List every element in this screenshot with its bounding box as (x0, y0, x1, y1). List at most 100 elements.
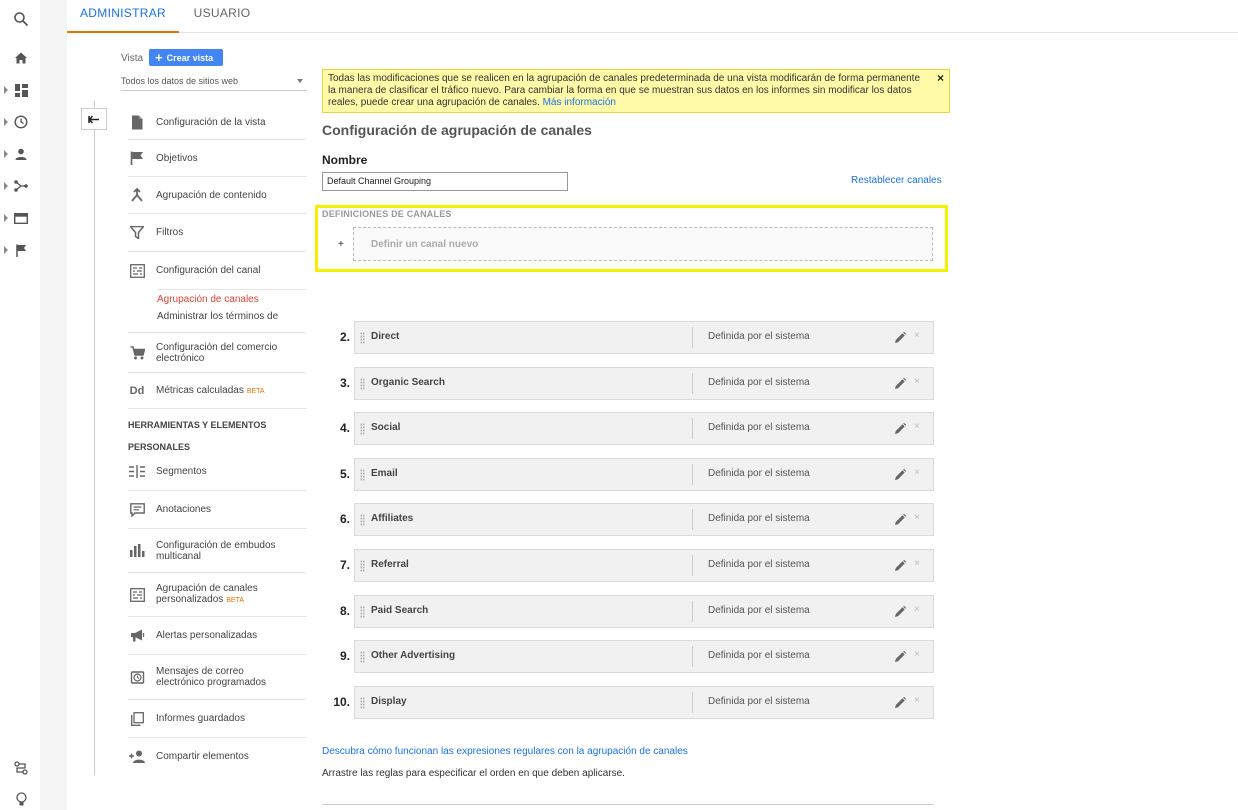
segments-icon (128, 463, 146, 481)
column-separator (692, 327, 693, 348)
drag-handle-icon[interactable] (360, 332, 365, 344)
home-icon[interactable] (10, 47, 32, 69)
define-new-channel-button[interactable]: Definir un canal nuevo (353, 227, 933, 261)
delete-icon[interactable]: × (914, 467, 920, 478)
channel-row[interactable]: Other Advertising Definida por el sistema… (354, 640, 934, 673)
delete-icon[interactable]: × (914, 604, 920, 615)
megaphone-icon (128, 627, 146, 645)
search-icon[interactable] (10, 8, 32, 30)
clock-icon[interactable] (10, 111, 32, 133)
channel-row[interactable]: Affiliates Definida por el sistema × (354, 503, 934, 536)
pencil-icon[interactable] (893, 422, 907, 436)
create-view-label: Crear vista (166, 52, 214, 63)
channel-number: 6. (339, 512, 350, 526)
nav-ecommerce-settings[interactable]: Configuración del comercio electrónico (128, 332, 307, 373)
sub-channel-grouping[interactable]: Agrupación de canales (157, 294, 259, 305)
delete-icon[interactable]: × (914, 558, 920, 569)
dashboard-icon[interactable] (10, 79, 32, 101)
learn-more-link[interactable]: Más información (543, 97, 616, 108)
channel-row[interactable]: Paid Search Definida por el sistema × (354, 595, 934, 628)
nav-multichannel-funnels[interactable]: Configuración de embudos multicanal (128, 529, 307, 573)
drag-handle-icon[interactable] (360, 378, 365, 390)
expand-arrow-icon[interactable] (3, 214, 9, 222)
channel-type: Definida por el sistema (708, 559, 810, 570)
channel-definitions-title: DEFINICIONES DE CANALES (322, 209, 452, 219)
expand-arrow-icon[interactable] (3, 150, 9, 158)
drag-handle-icon[interactable] (360, 423, 365, 435)
nav-goals[interactable]: Objetivos (128, 140, 307, 177)
person-icon[interactable] (10, 143, 32, 165)
sub-divider (157, 289, 307, 290)
nav-annotations[interactable]: Anotaciones (128, 491, 307, 529)
channel-number: 3. (339, 376, 350, 390)
acquisition-icon[interactable] (10, 175, 32, 197)
delete-icon[interactable]: × (914, 421, 920, 432)
pencil-icon[interactable] (893, 377, 907, 391)
back-button[interactable] (81, 108, 107, 130)
channel-row[interactable]: Organic Search Definida por el sistema × (354, 367, 934, 400)
pencil-icon[interactable] (893, 650, 907, 664)
pencil-icon[interactable] (893, 605, 907, 619)
sub-manage-terms[interactable]: Administrar los términos de (157, 311, 278, 322)
drag-handle-icon[interactable] (360, 560, 365, 572)
nav-filters[interactable]: Filtros (128, 214, 307, 252)
pencil-icon[interactable] (893, 331, 907, 345)
close-icon[interactable]: × (937, 72, 944, 84)
delete-icon[interactable]: × (914, 649, 920, 660)
add-icon[interactable]: + (338, 239, 344, 250)
channel-row[interactable]: Social Definida por el sistema × (354, 412, 934, 445)
channel-settings-icon (128, 262, 146, 280)
channel-row[interactable]: Email Definida por el sistema × (354, 458, 934, 491)
channel-type: Definida por el sistema (708, 605, 810, 616)
pencil-icon[interactable] (893, 468, 907, 482)
view-label: Vista (121, 53, 144, 64)
channel-row[interactable]: Direct Definida por el sistema × (354, 321, 934, 354)
delete-icon[interactable]: × (914, 376, 920, 387)
channel-row[interactable]: Referral Definida por el sistema × (354, 549, 934, 582)
regex-help-link[interactable]: Descubra cómo funcionan las expresiones … (322, 746, 688, 757)
pencil-icon[interactable] (893, 513, 907, 527)
expand-arrow-icon[interactable] (3, 118, 9, 126)
nav-channel-settings[interactable]: Configuración del canal (128, 252, 307, 289)
nav-calculated-metrics[interactable]: Dd Métricas calculadas BETA (128, 373, 307, 409)
expand-arrow-icon[interactable] (3, 182, 9, 190)
section-title-personal: PERSONALES (128, 442, 191, 452)
drag-handle-icon[interactable] (360, 697, 365, 709)
nav-share-assets[interactable]: Compartir elementos (128, 738, 307, 774)
nav-custom-channel-grouping[interactable]: Agrupación de canales personalizados BETA (128, 573, 307, 617)
drag-handle-icon[interactable] (360, 606, 365, 618)
nav-segments[interactable]: Segmentos (128, 453, 307, 491)
drag-handle-icon[interactable] (360, 651, 365, 663)
nav-view-settings[interactable]: Configuración de la vista (128, 105, 307, 140)
reset-channels-link[interactable]: Restablecer canales (851, 175, 942, 186)
tab-administrar[interactable]: ADMINISTRAR (67, 0, 179, 33)
flag-icon[interactable] (10, 239, 32, 261)
nav-saved-reports[interactable]: Informes guardados (128, 700, 307, 738)
channel-number: 2. (339, 330, 350, 344)
nav-content-grouping[interactable]: Agrupación de contenido (128, 177, 307, 214)
expand-arrow-icon[interactable] (3, 246, 9, 254)
saved-report-icon (128, 710, 146, 728)
delete-icon[interactable]: × (914, 695, 920, 706)
delete-icon[interactable]: × (914, 512, 920, 523)
nav-scheduled-emails[interactable]: Mensajes de correo electrónico programad… (128, 655, 307, 700)
pencil-icon[interactable] (893, 559, 907, 573)
pencil-icon[interactable] (893, 696, 907, 710)
expand-arrow-icon[interactable] (3, 86, 9, 94)
behavior-icon[interactable] (10, 207, 32, 229)
channel-name: Direct (371, 331, 400, 342)
delete-icon[interactable]: × (914, 330, 920, 341)
create-view-button[interactable]: + Crear vista (149, 49, 223, 66)
lightbulb-icon[interactable] (10, 788, 32, 810)
column-separator (692, 509, 693, 530)
channel-row[interactable]: Display Definida por el sistema × (354, 686, 934, 719)
name-input[interactable]: Default Channel Grouping (322, 172, 568, 191)
view-selector[interactable]: Todos los datos de sitios web (121, 73, 307, 91)
nav-custom-alerts[interactable]: Alertas personalizadas (128, 617, 307, 655)
flag-icon (128, 149, 146, 167)
drag-handle-icon[interactable] (360, 469, 365, 481)
content-grouping-icon (128, 186, 146, 204)
tab-usuario[interactable]: USUARIO (187, 0, 257, 33)
attribution-icon[interactable] (10, 757, 32, 779)
drag-handle-icon[interactable] (360, 514, 365, 526)
